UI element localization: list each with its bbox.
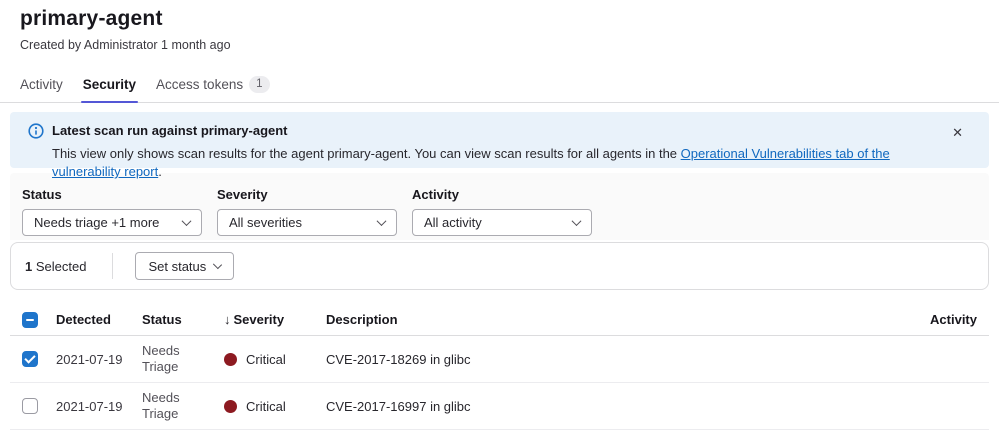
header-severity[interactable]: ↓Severity — [224, 312, 326, 327]
selected-count: 1 Selected — [25, 259, 86, 274]
table-row: 2021-07-19 Needs Triage Critical CVE-201… — [10, 336, 989, 383]
table-row: 2021-07-19 Needs Triage Critical CVE-201… — [10, 383, 989, 430]
filter-status: Status Needs triage +1 more — [22, 187, 202, 240]
selected-count-number: 1 — [25, 259, 32, 274]
tab-access-tokens[interactable]: Access tokens 1 — [146, 67, 279, 102]
tab-security[interactable]: Security — [73, 67, 146, 102]
banner-body: This view only shows scan results for th… — [52, 145, 933, 181]
close-icon[interactable]: ✕ — [952, 126, 963, 140]
tab-access-tokens-label: Access tokens — [156, 77, 243, 92]
chevron-down-icon — [213, 260, 222, 269]
tab-activity[interactable]: Activity — [10, 67, 73, 102]
status-dropdown[interactable]: Needs triage +1 more — [22, 209, 202, 236]
description-cell: CVE-2017-18269 in glibc — [326, 352, 897, 367]
description-cell: CVE-2017-16997 in glibc — [326, 399, 897, 414]
severity-cell: Critical — [224, 399, 326, 414]
severity-label: Critical — [246, 399, 286, 414]
info-circle-icon — [28, 123, 44, 139]
filters-section: Status Needs triage +1 more Severity All… — [10, 173, 989, 240]
header-detected: Detected — [56, 312, 142, 327]
sort-descending-icon: ↓ — [224, 312, 231, 327]
banner-body-before-link: This view only shows scan results for th… — [52, 146, 681, 161]
vertical-divider — [112, 253, 113, 279]
severity-dropdown[interactable]: All severities — [217, 209, 397, 236]
severity-dropdown-value: All severities — [229, 215, 302, 230]
agent-security-page: primary-agent Created by Administrator 1… — [0, 0, 999, 436]
row-checkbox[interactable] — [22, 351, 38, 367]
chevron-down-icon — [377, 216, 387, 226]
status-dropdown-value: Needs triage +1 more — [34, 215, 159, 230]
set-status-button-label: Set status — [148, 259, 206, 274]
select-all-checkbox[interactable] — [22, 312, 38, 328]
set-status-button[interactable]: Set status — [135, 252, 234, 280]
detected-cell: 2021-07-19 — [56, 352, 142, 367]
scan-info-banner: Latest scan run against primary-agent Th… — [10, 112, 989, 168]
status-cell: Needs Triage — [142, 343, 194, 375]
filter-activity: Activity All activity — [412, 187, 592, 240]
filter-status-label: Status — [22, 187, 202, 202]
activity-dropdown[interactable]: All activity — [412, 209, 592, 236]
vulnerability-table: Detected Status ↓Severity Description Ac… — [10, 304, 989, 430]
selected-count-label: Selected — [36, 259, 87, 274]
row-checkbox[interactable] — [22, 398, 38, 414]
page-subtitle: Created by Administrator 1 month ago — [20, 38, 979, 53]
header-activity: Activity — [897, 312, 977, 327]
table-header-row: Detected Status ↓Severity Description Ac… — [10, 304, 989, 336]
activity-dropdown-value: All activity — [424, 215, 482, 230]
severity-critical-icon — [224, 353, 237, 366]
access-tokens-count-badge: 1 — [249, 76, 269, 93]
page-header: primary-agent Created by Administrator 1… — [0, 0, 999, 53]
tab-activity-label: Activity — [20, 77, 63, 92]
severity-critical-icon — [224, 400, 237, 413]
filter-severity: Severity All severities — [217, 187, 397, 240]
chevron-down-icon — [572, 216, 582, 226]
banner-body-after-link: . — [158, 164, 162, 179]
page-title: primary-agent — [20, 6, 979, 32]
banner-text: Latest scan run against primary-agent Th… — [52, 122, 973, 181]
filter-severity-label: Severity — [217, 187, 397, 202]
detected-cell: 2021-07-19 — [56, 399, 142, 414]
banner-title: Latest scan run against primary-agent — [52, 122, 933, 140]
header-description: Description — [326, 312, 897, 327]
header-status: Status — [142, 312, 224, 327]
selection-bar: 1 Selected Set status — [10, 242, 989, 290]
tab-security-label: Security — [83, 77, 136, 92]
chevron-down-icon — [182, 216, 192, 226]
severity-cell: Critical — [224, 352, 326, 367]
filter-activity-label: Activity — [412, 187, 592, 202]
status-cell: Needs Triage — [142, 390, 194, 422]
severity-label: Critical — [246, 352, 286, 367]
tab-bar: Activity Security Access tokens 1 — [0, 67, 999, 103]
